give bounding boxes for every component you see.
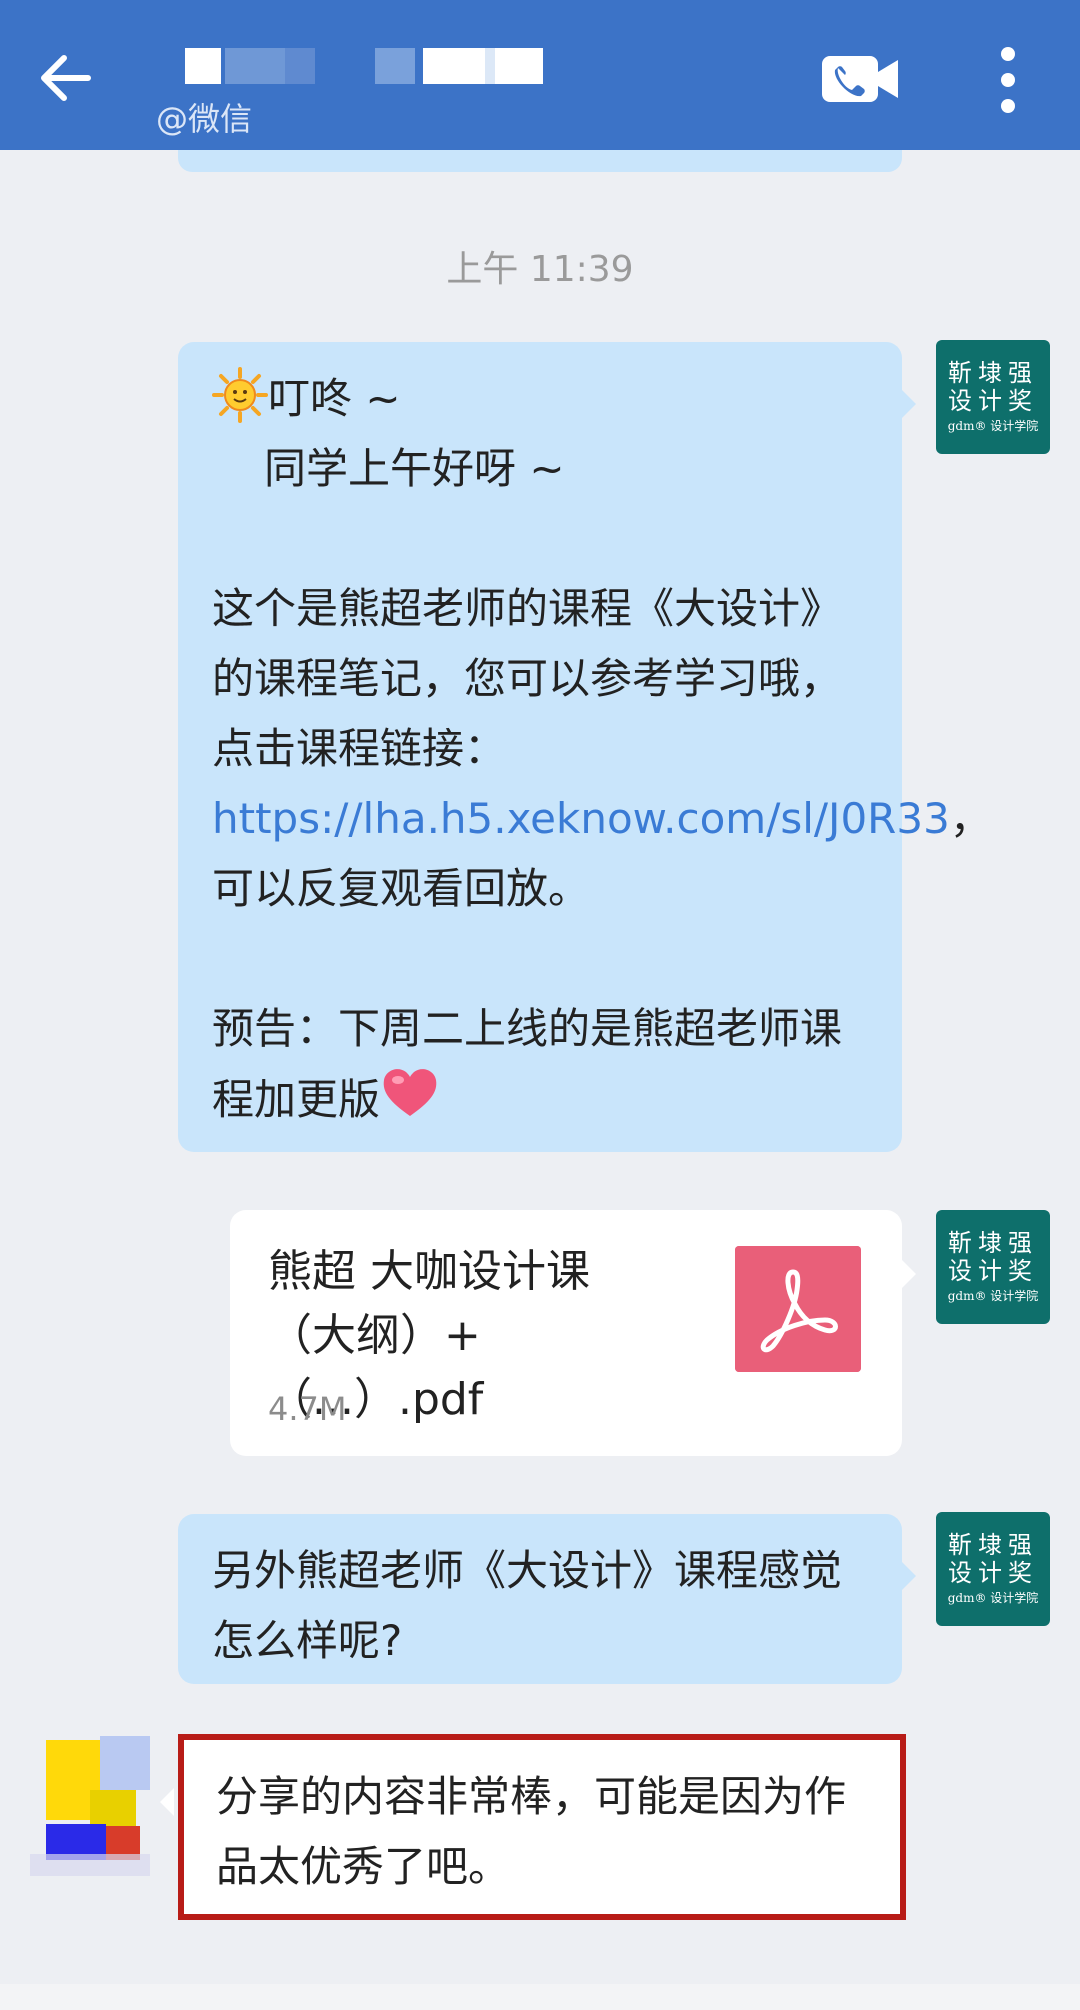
greeting-line: 叮咚 ~ — [268, 374, 401, 423]
back-arrow-icon[interactable] — [28, 40, 104, 116]
user-reply-bubble-highlighted[interactable]: 分享的内容非常棒，可能是因为作品太优秀了吧。 — [160, 1734, 906, 1920]
avatar-text: 设计奖 — [948, 387, 1038, 415]
sender-avatar[interactable]: 靳埭强 设计奖 gdm® 设计学院 — [936, 340, 1050, 454]
message-text: 分享的内容非常棒，可能是因为作品太优秀了吧。 — [216, 1772, 847, 1891]
more-options-icon[interactable] — [988, 44, 1028, 116]
avatar-text: 设计奖 — [948, 1559, 1038, 1587]
file-size: 4.7M — [268, 1390, 347, 1428]
user-avatar[interactable] — [30, 1736, 150, 1876]
sender-avatar[interactable]: 靳埭强 设计奖 gdm® 设计学院 — [936, 1210, 1050, 1324]
input-bar-edge — [0, 1984, 1080, 2010]
video-call-icon[interactable] — [822, 50, 902, 110]
file-attachment-card[interactable]: 熊超 大咖设计课（大纲）+（...）.pdf 4.7M — [230, 1210, 916, 1456]
sender-avatar[interactable]: 靳埭强 设计奖 gdm® 设计学院 — [936, 1512, 1050, 1626]
contact-name-redacted — [185, 48, 565, 84]
pdf-icon — [735, 1246, 861, 1372]
greeting-line: 同学上午好呀 ~ — [264, 444, 565, 493]
avatar-text: gdm® 设计学院 — [947, 419, 1039, 433]
chat-source-label: @微信 — [156, 100, 253, 138]
chat-header: @微信 — [0, 0, 1080, 150]
avatar-text: gdm® 设计学院 — [947, 1591, 1039, 1605]
message-text: 这个是熊超老师的课程《大设计》的课程笔记，您可以参考学习哦，点击课程链接： — [212, 584, 843, 773]
message-text: 预告：下周二上线的是熊超老师课程加更版 — [212, 1004, 843, 1124]
avatar-text: 设计奖 — [948, 1257, 1038, 1285]
message-bubble[interactable]: 叮咚 ~ 同学上午好呀 ~ 这个是熊超老师的课程《大设计》的课程笔记，您可以参考… — [178, 342, 992, 1152]
message-text: 另外熊超老师《大设计》课程感觉怎么样呢? — [212, 1546, 843, 1665]
avatar-text: gdm® 设计学院 — [947, 1289, 1039, 1303]
heart-emoji-icon — [383, 1069, 437, 1116]
avatar-text: 靳埭强 — [948, 1531, 1038, 1559]
message-bubble[interactable]: 另外熊超老师《大设计》课程感觉怎么样呢? — [178, 1514, 916, 1684]
avatar-text: 靳埭强 — [948, 359, 1038, 387]
course-link[interactable]: https://lha.h5.xeknow.com/sl/J0R33 — [212, 794, 950, 843]
avatar-text: 靳埭强 — [948, 1229, 1038, 1257]
sun-emoji-icon — [212, 367, 268, 423]
message-timestamp: 上午 11:39 — [446, 249, 634, 290]
